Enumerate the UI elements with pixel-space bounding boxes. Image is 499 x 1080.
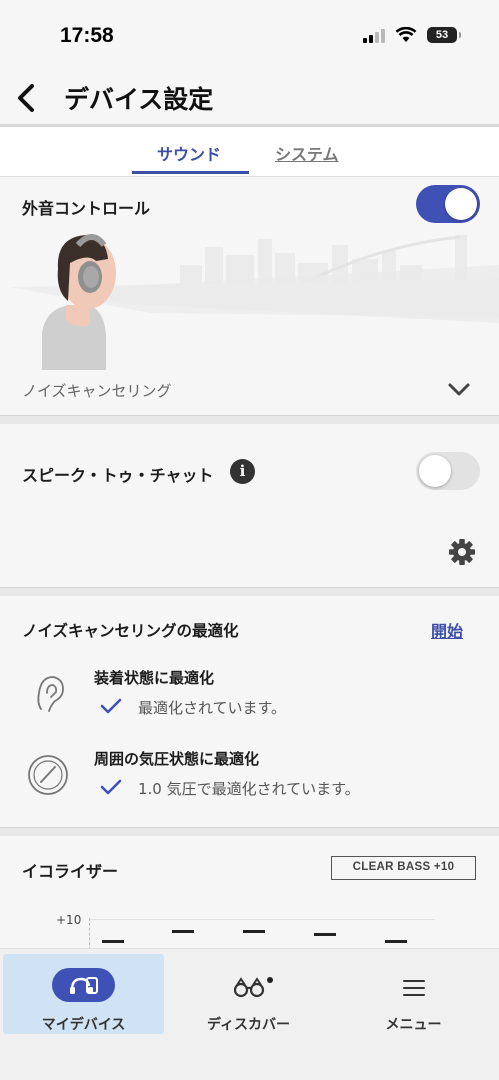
tab-system[interactable]: システム [275, 141, 339, 165]
toggle-knob [445, 188, 477, 220]
section-divider [0, 587, 499, 596]
headphones-device-icon [52, 968, 115, 1002]
ambient-control-label: 外音コントロール [22, 199, 151, 218]
pressure-gauge-icon [28, 755, 68, 795]
active-tab-indicator [132, 171, 249, 174]
optimizer-item-status: 最適化されています。 [138, 699, 287, 717]
eq-band-slider[interactable] [385, 940, 407, 943]
eq-band-slider[interactable] [102, 940, 124, 943]
nav-label: メニュー [385, 1017, 442, 1033]
bottom-nav: マイデバイス ディスカバー メニュー [0, 948, 499, 1080]
eq-preset-badge[interactable]: CLEAR BASS +10 [331, 856, 476, 880]
page-title: デバイス設定 [64, 85, 214, 114]
ambient-control-toggle[interactable] [416, 185, 480, 223]
tab-sound[interactable]: サウンド [157, 141, 221, 165]
section-divider [0, 415, 499, 424]
cellular-signal-icon [363, 27, 385, 43]
tab-bar: サウンド システム [0, 127, 499, 176]
eq-band-slider[interactable] [172, 930, 194, 933]
status-time: 17:58 [60, 24, 114, 47]
eq-band-slider[interactable] [243, 930, 265, 933]
optimizer-item-title: 周囲の気圧状態に最適化 [94, 750, 260, 768]
nav-label: ディスカバー [206, 1017, 291, 1033]
nav-header: デバイス設定 [0, 70, 499, 126]
hamburger-menu-icon [403, 980, 425, 996]
optimizer-item-status: 1.0 気圧で最適化されています。 [138, 780, 360, 798]
status-icons: 53 [363, 27, 461, 43]
toggle-knob [419, 455, 451, 487]
check-icon [100, 698, 122, 714]
back-arrow-icon[interactable] [8, 78, 48, 118]
eq-band-slider[interactable] [314, 933, 336, 936]
speak-to-chat-toggle[interactable] [416, 452, 480, 490]
chevron-down-icon[interactable] [447, 380, 471, 400]
speak-to-chat-label: スピーク・トゥ・チャット [22, 466, 214, 485]
info-icon[interactable]: i [230, 459, 255, 484]
start-optimizer-link[interactable]: 開始 [431, 618, 463, 642]
nav-my-device[interactable]: マイデバイス [3, 954, 164, 1034]
nav-label: マイデバイス [41, 1017, 126, 1033]
wifi-icon [395, 27, 417, 42]
optimizer-item-title: 装着状態に最適化 [94, 669, 215, 687]
gear-icon[interactable] [448, 538, 476, 566]
eq-gridline [90, 919, 435, 920]
status-bar: 17:58 53 [0, 0, 499, 70]
noise-cancelling-illustration [10, 234, 499, 370]
speak-to-chat-card: スピーク・トゥ・チャット [0, 425, 499, 587]
nav-menu[interactable]: メニュー [333, 954, 494, 1034]
nav-discover[interactable]: ディスカバー [168, 954, 329, 1034]
anc-mode-label[interactable]: ノイズキャンセリング [22, 380, 172, 401]
ear-icon [37, 676, 64, 712]
binoculars-icon [233, 977, 273, 998]
section-divider [0, 827, 499, 836]
battery-icon: 53 [427, 27, 461, 43]
check-icon [100, 779, 122, 795]
eq-axis-label: +10 [56, 913, 82, 927]
equalizer-title: イコライザー [22, 862, 119, 881]
eq-axis [89, 918, 90, 950]
nc-optimizer-title: ノイズキャンセリングの最適化 [22, 622, 239, 640]
